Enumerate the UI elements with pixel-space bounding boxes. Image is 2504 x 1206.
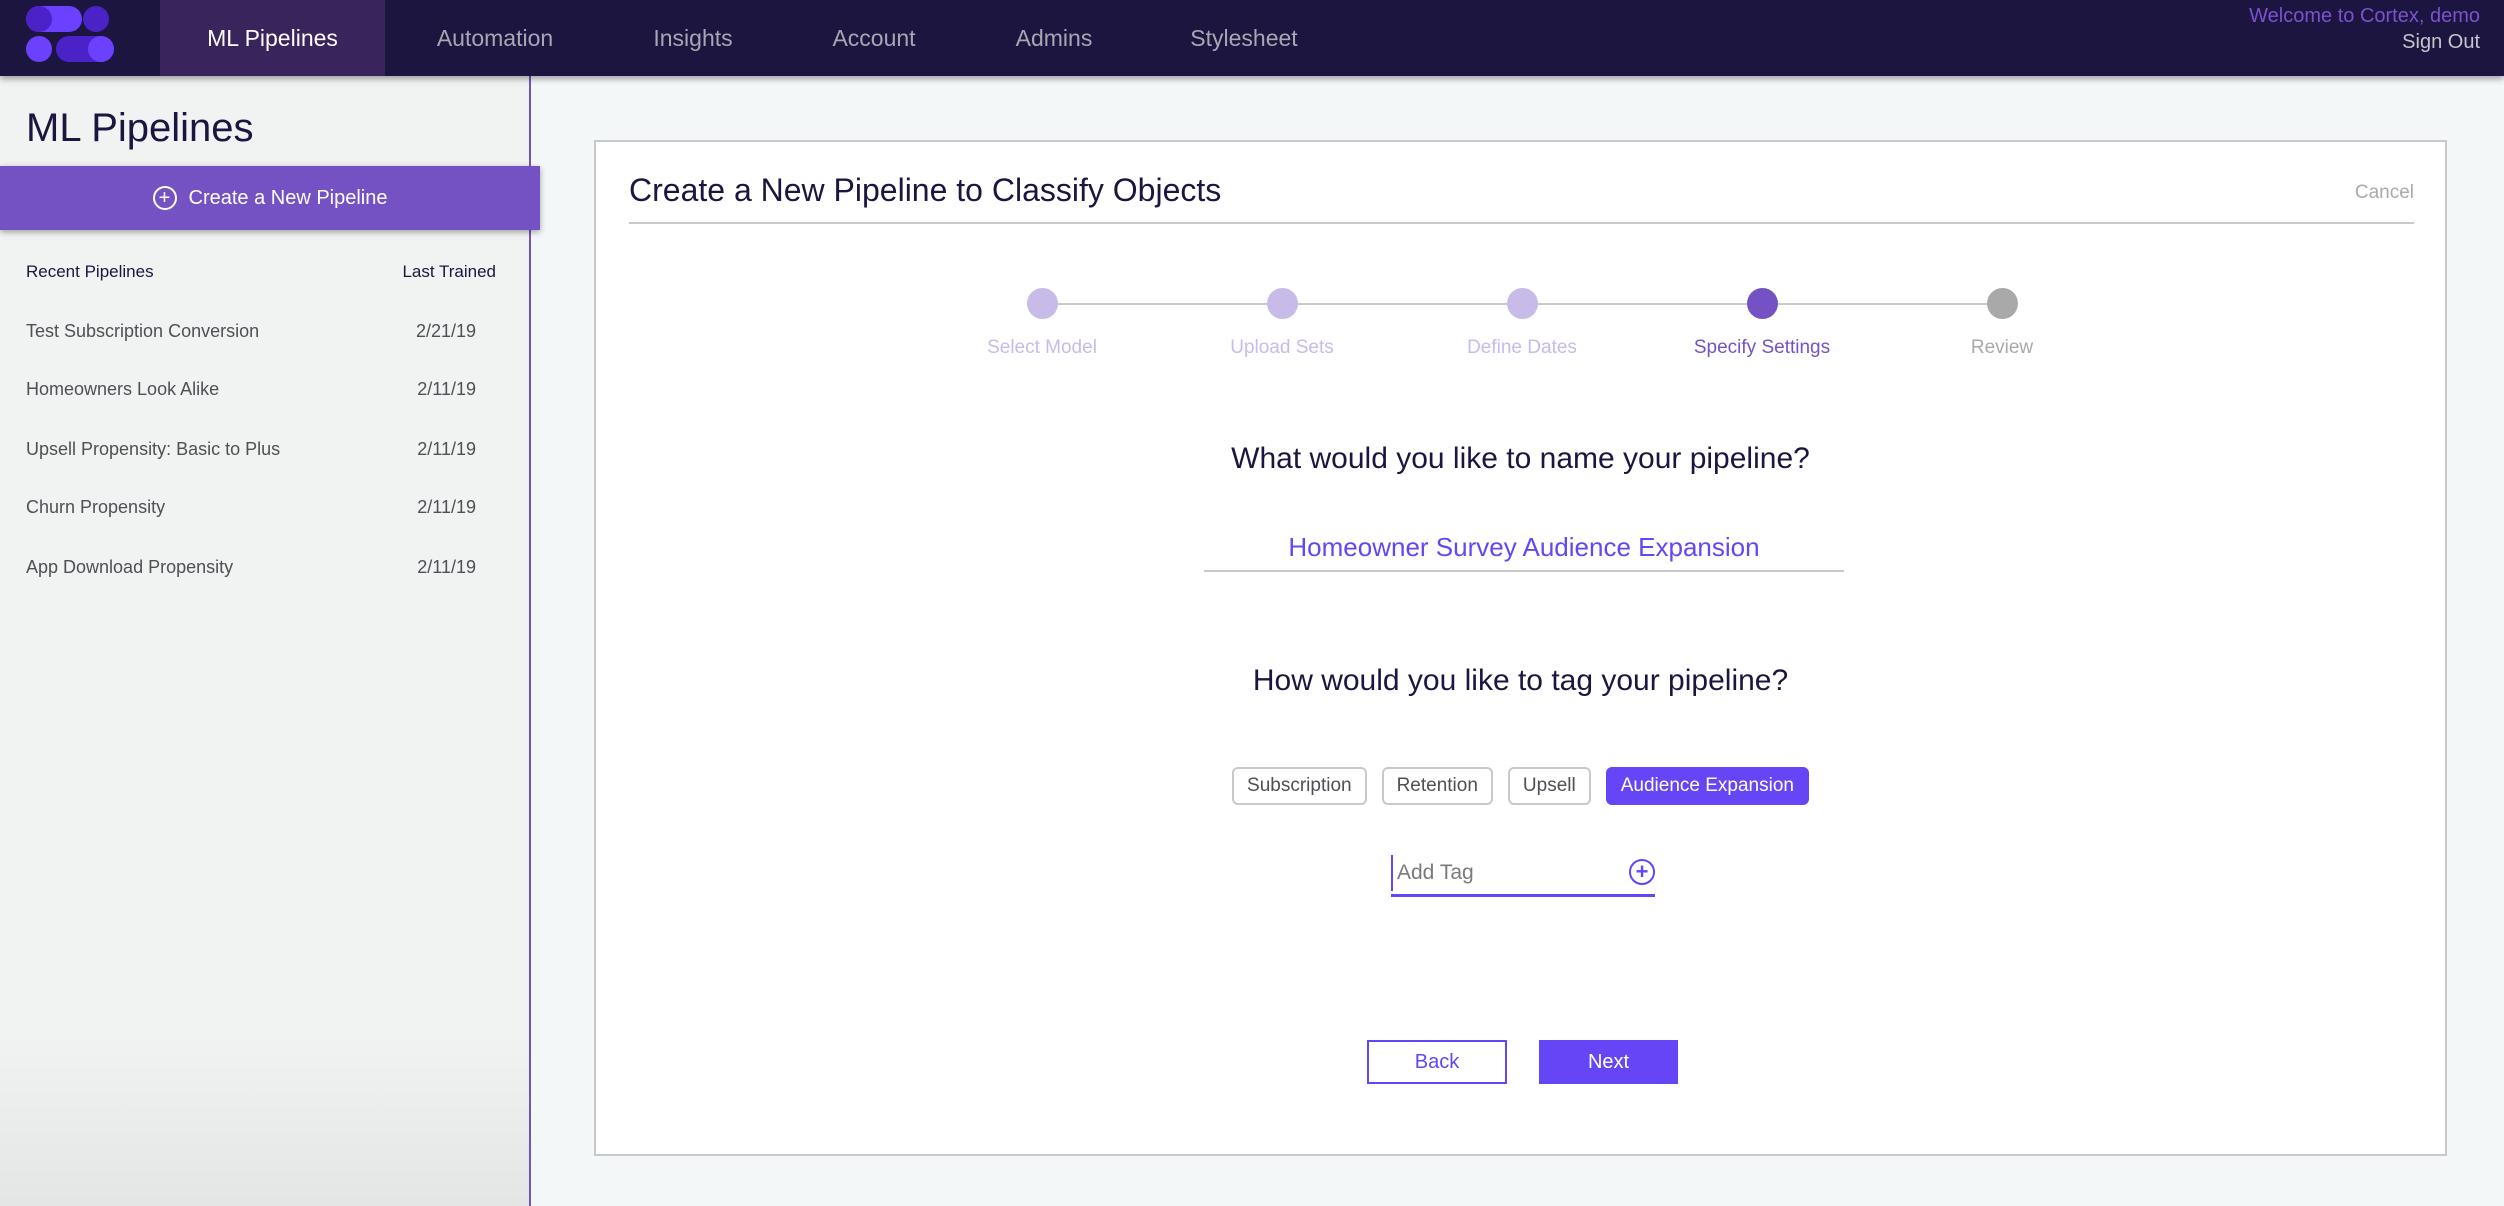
step-dot [1986,288,2018,319]
create-pipeline-label: Create a New Pipeline [188,186,388,209]
nav-automation[interactable]: Automation [425,0,565,76]
tag-retention[interactable]: Retention [1381,767,1493,805]
pipeline-date: 2/21/19 [415,321,476,341]
cortex-logo[interactable] [24,4,116,64]
pipeline-list-item[interactable]: Test Subscription Conversion 2/21/19 [26,321,476,342]
step-dot [1026,288,1058,319]
last-trained-heading: Last Trained [402,262,496,281]
nav-stylesheet[interactable]: Stylesheet [1174,0,1314,76]
step-label: Review [1970,337,2034,358]
nav-ml-pipelines[interactable]: ML Pipelines [160,0,385,76]
pipeline-name: Upsell Propensity: Basic to Plus [26,439,281,459]
create-pipeline-card: Create a New Pipeline to Classify Object… [594,140,2447,1156]
create-pipeline-button[interactable]: + Create a New Pipeline [0,166,540,230]
pipeline-date: 2/11/19 [417,439,476,459]
pipeline-name: App Download Propensity [26,557,234,577]
pipeline-name-input[interactable] [1204,524,1844,572]
sign-out-link[interactable]: Sign Out [2402,31,2480,54]
step-define-dates[interactable]: Define Dates [1422,288,1622,359]
add-tag-input[interactable] [1391,855,1611,891]
tag-subscription[interactable]: Subscription [1232,767,1367,805]
nav-account[interactable]: Account [814,0,934,76]
sidebar-title: ML Pipelines [26,106,254,150]
pipeline-list-item[interactable]: Homeowners Look Alike 2/11/19 [26,379,476,400]
tag-question: How would you like to tag your pipeline? [1252,664,1789,697]
add-tag-plus-icon[interactable]: + [1629,859,1655,885]
sidebar: ML Pipelines + Create a New Pipeline Rec… [0,76,540,1206]
add-tag-field: + [1391,851,1655,897]
pipeline-date: 2/11/19 [417,497,476,517]
step-dot [1746,288,1778,319]
pipeline-date: 2/11/19 [417,379,476,399]
pipeline-date: 2/11/19 [417,557,476,577]
pipeline-name: Test Subscription Conversion [26,321,260,341]
plus-circle-icon: + [152,186,177,210]
step-label: Upload Sets [1230,337,1334,358]
tag-audience-expansion[interactable]: Audience Expansion [1605,767,1809,805]
step-select-model[interactable]: Select Model [942,288,1142,359]
step-dot [1266,288,1298,319]
progress-stepper: Select Model Upload Sets Define Dates Sp… [596,142,2445,442]
name-question: What would you like to name your pipelin… [1231,442,1810,475]
step-label: Select Model [987,337,1097,358]
pipeline-list-item[interactable]: Upsell Propensity: Basic to Plus 2/11/19 [26,439,476,460]
back-button[interactable]: Back [1367,1040,1507,1084]
next-button[interactable]: Next [1539,1040,1678,1084]
welcome-message: Welcome to Cortex, demo [2249,5,2480,27]
step-review[interactable]: Review [1902,288,2102,359]
nav-insights[interactable]: Insights [633,0,753,76]
step-label: Specify Settings [1693,337,1831,358]
top-nav-bar: ML Pipelines Automation Insights Account… [0,0,2504,76]
pipeline-name: Homeowners Look Alike [26,379,220,399]
step-specify-settings[interactable]: Specify Settings [1662,288,1862,359]
pipeline-list-item[interactable]: App Download Propensity 2/11/19 [26,557,476,578]
pipeline-list-item[interactable]: Churn Propensity 2/11/19 [26,497,476,518]
tag-upsell[interactable]: Upsell [1507,767,1591,805]
tag-list: Subscription Retention Upsell Audience E… [596,767,2445,805]
recent-pipelines-header: Recent Pipelines Last Trained [26,262,496,282]
recent-pipelines-heading: Recent Pipelines [26,262,154,281]
step-upload-sets[interactable]: Upload Sets [1182,288,1382,359]
step-label: Define Dates [1467,337,1577,358]
step-dot [1506,288,1538,319]
nav-admins[interactable]: Admins [994,0,1114,76]
pipeline-name: Churn Propensity [26,497,166,517]
